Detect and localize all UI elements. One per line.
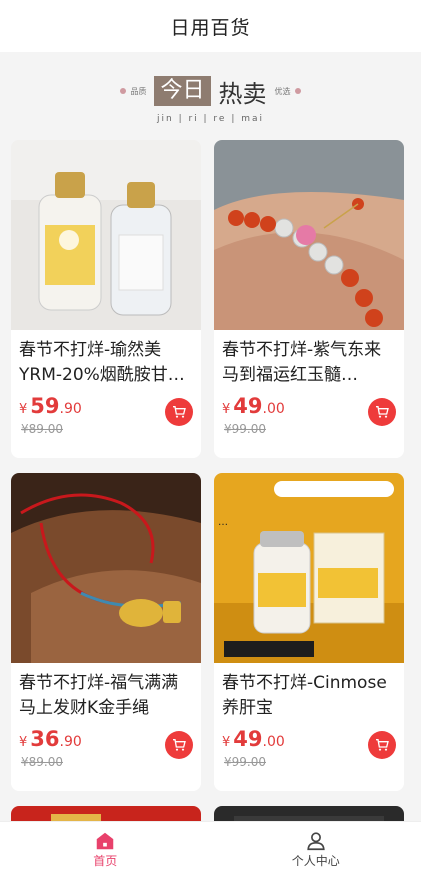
bottom-tab-bar: 首页 个人中心	[0, 821, 421, 876]
tab-profile[interactable]: 个人中心	[211, 822, 421, 876]
add-to-cart-button[interactable]	[165, 731, 193, 759]
tab-profile-label: 个人中心	[291, 853, 340, 868]
product-price: ¥ 36 .90	[19, 727, 82, 751]
svg-text:…: …	[218, 517, 228, 528]
tab-home-label: 首页	[93, 853, 118, 868]
banner-pinyin: jin | ri | re | mai	[157, 114, 264, 124]
product-price: ¥ 59 .90	[19, 394, 82, 418]
product-price: ¥ 49 .00	[222, 727, 285, 751]
product-image-supplement[interactable]: …	[214, 473, 404, 663]
product-name[interactable]: 春节不打烊-瑜然美YRM-20%烟酰胺甘…	[19, 338, 195, 388]
product-image-bottles[interactable]	[11, 140, 201, 330]
product-card[interactable]: 春节不打烊-福气满满马上发财K金手绳 ¥ 36 .90 ¥89.00	[11, 473, 201, 791]
product-card[interactable]: 春节不打烊-瑜然美YRM-20%烟酰胺甘… ¥ 59 .90 ¥89.00	[11, 140, 201, 458]
cart-icon	[376, 406, 389, 418]
user-icon	[307, 831, 325, 850]
banner-today: 今日	[154, 76, 211, 106]
product-name[interactable]: 春节不打烊-紫气东来马到福运红玉髓…	[222, 338, 398, 388]
add-to-cart-button[interactable]	[368, 731, 396, 759]
product-image-red-rope[interactable]	[11, 473, 201, 663]
add-to-cart-button[interactable]	[165, 398, 193, 426]
right-tag: 优选	[274, 86, 291, 96]
banner-hot: 热卖	[218, 79, 267, 108]
dot-icon	[120, 88, 127, 94]
page-title: 日用百货	[170, 16, 251, 39]
tab-home[interactable]: 首页	[0, 822, 211, 876]
product-name[interactable]: 春节不打烊-Cinmose养肝宝	[222, 671, 398, 721]
original-price: ¥99.00	[224, 755, 266, 769]
product-image-bracelet[interactable]	[214, 140, 404, 330]
left-tag: 品质	[130, 86, 147, 96]
product-price: ¥ 49 .00	[222, 394, 285, 418]
product-card[interactable]: 春节不打烊-紫气东来马到福运红玉髓… ¥ 49 .00 ¥99.00	[214, 140, 404, 458]
top-bar: 日用百货	[0, 0, 421, 52]
original-price: ¥89.00	[21, 422, 63, 436]
cart-icon	[173, 406, 186, 418]
hot-sale-banner: 品质 今日 热卖 优选 jin | ri | re | mai	[0, 52, 421, 140]
dot-icon	[294, 88, 301, 94]
product-name[interactable]: 春节不打烊-福气满满马上发财K金手绳	[19, 671, 195, 721]
left-decoration: 品质	[120, 86, 146, 97]
original-price: ¥99.00	[224, 422, 266, 436]
add-to-cart-button[interactable]	[368, 398, 396, 426]
cart-icon	[173, 739, 186, 751]
product-card[interactable]: … 春节不打烊-Cinmose养肝宝 ¥ 49 .00 ¥99.00	[214, 473, 404, 791]
right-decoration: 优选	[275, 86, 301, 97]
cart-icon	[376, 739, 389, 751]
original-price: ¥89.00	[21, 755, 63, 769]
home-icon	[97, 832, 114, 849]
